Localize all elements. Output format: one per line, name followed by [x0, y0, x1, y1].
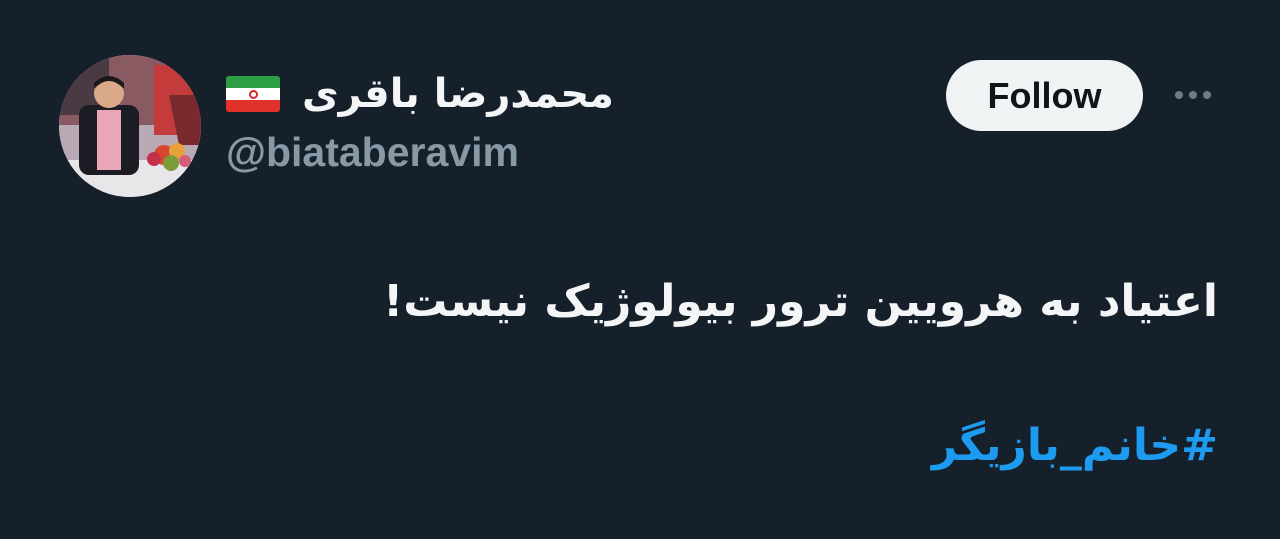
user-handle[interactable]: @biataberavim [226, 132, 519, 173]
iran-flag-icon [226, 76, 280, 112]
tweet-text: اعتیاد به هرویین ترور بیولوژیک نیست! [383, 276, 1218, 327]
display-name[interactable]: محمدرضا باقری [302, 74, 614, 114]
more-options-icon[interactable] [1168, 80, 1218, 110]
avatar-photo [59, 55, 201, 197]
tweet-card: محمدرضا باقری @biataberavim Follow اعتیا… [0, 0, 1280, 539]
follow-button[interactable]: Follow [946, 60, 1143, 131]
hashtag-link[interactable]: #خانم_بازیگر [932, 420, 1218, 473]
name-row: محمدرضا باقری [226, 66, 614, 122]
avatar[interactable] [59, 55, 201, 197]
